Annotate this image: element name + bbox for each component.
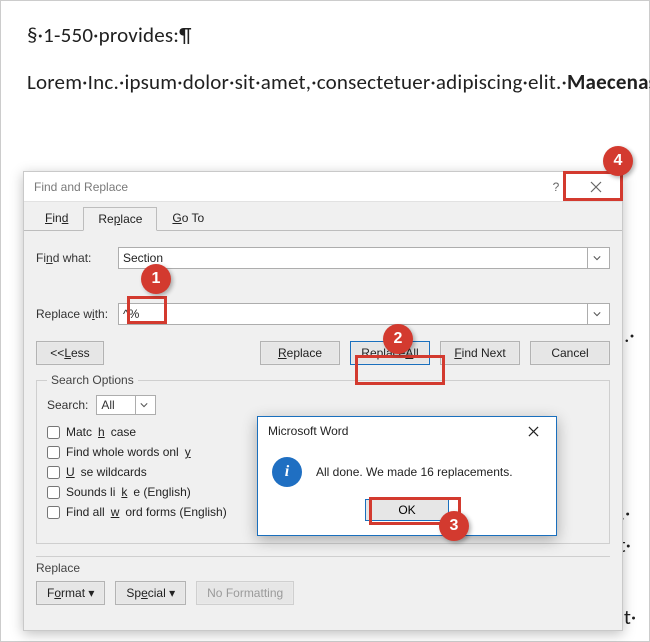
search-direction-value: All xyxy=(101,398,114,412)
search-direction-label: Search: xyxy=(47,398,88,412)
replace-with-value: ^% xyxy=(123,307,587,321)
dialog-title: Find and Replace xyxy=(34,180,536,194)
close-icon xyxy=(590,181,602,193)
special-button[interactable]: Special ▾ xyxy=(115,581,186,605)
chevron-down-icon xyxy=(593,254,601,262)
chevron-down-icon xyxy=(140,401,148,409)
cancel-button[interactable]: Cancel xyxy=(530,341,610,365)
close-button[interactable] xyxy=(576,173,616,201)
tab-goto[interactable]: Go To xyxy=(157,206,219,230)
replace-with-input[interactable]: ^% xyxy=(118,303,610,325)
find-what-input[interactable]: Section xyxy=(118,247,610,269)
format-button[interactable]: Format ▾ xyxy=(36,581,105,605)
dialog-titlebar[interactable]: Find and Replace ? xyxy=(24,172,622,202)
tab-replace[interactable]: Replace xyxy=(83,207,157,231)
chevron-down-icon xyxy=(593,310,601,318)
search-direction-dropdown[interactable] xyxy=(135,396,151,414)
replace-all-button[interactable]: Replace All xyxy=(350,341,430,365)
replace-with-label: Replace with: xyxy=(36,307,118,321)
no-formatting-button: No Formatting xyxy=(196,581,294,605)
message-title: Microsoft Word xyxy=(268,424,516,438)
message-ok-button[interactable]: OK xyxy=(365,499,449,521)
help-button[interactable]: ? xyxy=(536,173,576,201)
replace-format-section: Replace Format ▾ Special ▾ No Formatting xyxy=(36,556,610,605)
dialog-tabs: Find Replace Go To xyxy=(24,202,622,231)
document-line: §·1-550·provides:¶ xyxy=(27,19,623,52)
message-text: All done. We made 16 replacements. xyxy=(316,465,513,479)
message-close-button[interactable] xyxy=(516,419,550,443)
search-options-legend: Search Options xyxy=(47,373,138,387)
find-what-label: Find what: xyxy=(36,251,118,265)
message-body: i All done. We made 16 replacements. xyxy=(258,445,556,493)
replace-with-row: Replace with: ^% xyxy=(36,303,610,325)
find-what-dropdown[interactable] xyxy=(587,248,605,268)
replace-section-label: Replace xyxy=(36,559,610,581)
close-icon xyxy=(528,426,539,437)
dialog-button-row: << Less Replace Replace All Find Next Ca… xyxy=(36,341,610,365)
document-paragraph: Lorem·Inc.·ipsum·dolor·sit·amet,·consect… xyxy=(27,66,623,99)
info-icon: i xyxy=(272,457,302,487)
document-canvas: §·1-550·provides:¶ Lorem·Inc.·ipsum·dolo… xyxy=(1,1,649,98)
find-what-row: Find what: Section xyxy=(36,247,610,269)
find-replace-dialog: Find and Replace ? Find Replace Go To Fi… xyxy=(23,171,623,631)
less-button[interactable]: << Less xyxy=(36,341,104,365)
find-what-value: Section xyxy=(123,251,587,265)
replace-button[interactable]: Replace xyxy=(260,341,340,365)
find-next-button[interactable]: Find Next xyxy=(440,341,520,365)
tab-find[interactable]: Find xyxy=(30,206,83,230)
search-direction-combo[interactable]: All xyxy=(96,395,156,415)
message-titlebar[interactable]: Microsoft Word xyxy=(258,417,556,445)
replace-with-dropdown[interactable] xyxy=(587,304,605,324)
message-box: Microsoft Word i All done. We made 16 re… xyxy=(257,416,557,536)
